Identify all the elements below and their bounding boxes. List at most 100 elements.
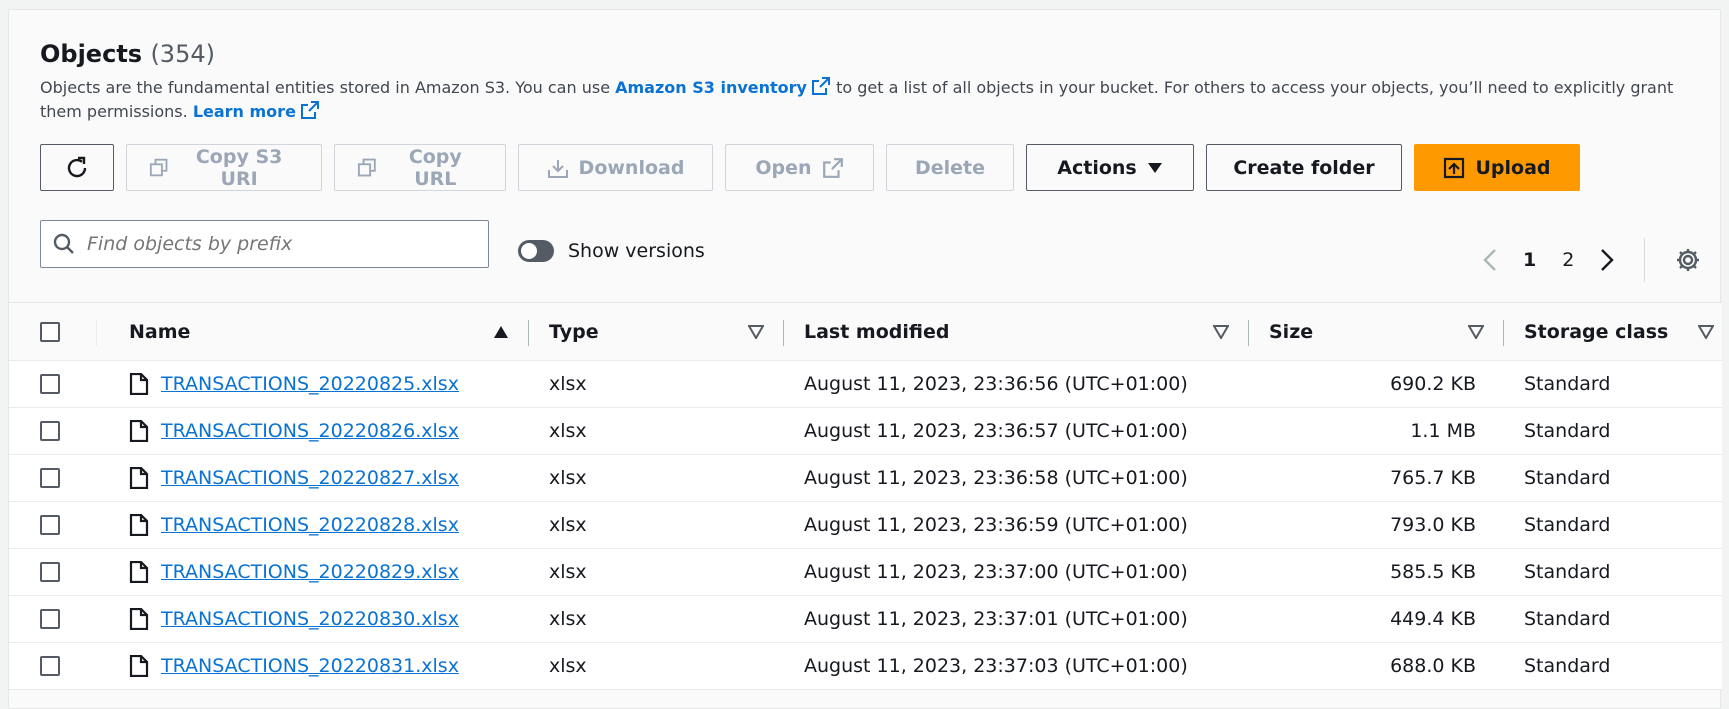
modified-cell: August 11, 2023, 23:36:58 (UTC+01:00) bbox=[784, 455, 1249, 501]
object-size: 449.4 KB bbox=[1390, 608, 1476, 630]
table-row: TRANSACTIONS_20220825.xlsx xlsx August 1… bbox=[9, 361, 1722, 408]
row-checkbox[interactable] bbox=[40, 468, 60, 488]
modified-cell: August 11, 2023, 23:37:01 (UTC+01:00) bbox=[784, 596, 1249, 642]
open-button[interactable]: Open bbox=[725, 144, 874, 191]
copy-icon bbox=[149, 158, 168, 176]
object-name: TRANSACTIONS_20220825.xlsx bbox=[161, 373, 459, 395]
objects-description: Objects are the fundamental entities sto… bbox=[40, 76, 1680, 124]
search-icon bbox=[53, 233, 74, 254]
row-select-cell bbox=[9, 643, 109, 689]
page-2[interactable]: 2 bbox=[1562, 249, 1574, 271]
modified-cell: August 11, 2023, 23:36:56 (UTC+01:00) bbox=[784, 361, 1249, 407]
modified-cell: August 11, 2023, 23:37:03 (UTC+01:00) bbox=[784, 643, 1249, 689]
actions-dropdown[interactable]: Actions bbox=[1026, 144, 1194, 191]
class-cell: Standard bbox=[1504, 361, 1722, 407]
learn-more-link[interactable]: Learn more bbox=[193, 101, 320, 121]
file-icon bbox=[129, 561, 149, 583]
type-cell: xlsx bbox=[529, 408, 784, 454]
delete-button[interactable]: Delete bbox=[886, 144, 1014, 191]
object-name: TRANSACTIONS_20220828.xlsx bbox=[161, 514, 459, 536]
search-input[interactable] bbox=[85, 232, 465, 256]
type-cell: xlsx bbox=[529, 549, 784, 595]
object-type: xlsx bbox=[549, 373, 587, 395]
type-cell: xlsx bbox=[529, 596, 784, 642]
name-cell: TRANSACTIONS_20220827.xlsx bbox=[109, 455, 529, 501]
row-checkbox[interactable] bbox=[40, 656, 60, 676]
sort-icon bbox=[1213, 324, 1229, 339]
size-cell: 1.1 MB bbox=[1249, 408, 1504, 454]
row-checkbox[interactable] bbox=[40, 515, 60, 535]
type-cell: xlsx bbox=[529, 361, 784, 407]
object-link[interactable]: TRANSACTIONS_20220830.xlsx bbox=[129, 608, 459, 630]
delete-label: Delete bbox=[914, 156, 986, 179]
class-cell: Standard bbox=[1504, 408, 1722, 454]
object-type: xlsx bbox=[549, 561, 587, 583]
column-header-storage-class[interactable]: Storage class bbox=[1504, 303, 1722, 360]
file-icon bbox=[129, 373, 149, 395]
upload-button[interactable]: Upload bbox=[1414, 144, 1580, 191]
object-name: TRANSACTIONS_20220829.xlsx bbox=[161, 561, 459, 583]
toggle-switch[interactable] bbox=[518, 240, 554, 262]
row-select-cell bbox=[9, 361, 109, 407]
chevron-left-icon[interactable] bbox=[1483, 248, 1497, 272]
column-header-name[interactable]: Name bbox=[109, 303, 529, 360]
refresh-icon bbox=[67, 156, 87, 177]
row-select-cell bbox=[9, 502, 109, 548]
size-cell: 690.2 KB bbox=[1249, 361, 1504, 407]
chevron-right-icon[interactable] bbox=[1600, 248, 1615, 272]
table-row: TRANSACTIONS_20220830.xlsx xlsx August 1… bbox=[9, 596, 1722, 643]
upload-label: Upload bbox=[1475, 156, 1551, 179]
object-type: xlsx bbox=[549, 608, 587, 630]
object-link[interactable]: TRANSACTIONS_20220831.xlsx bbox=[129, 655, 459, 677]
row-checkbox[interactable] bbox=[40, 374, 60, 394]
desc-text-1: Objects are the fundamental entities sto… bbox=[40, 78, 616, 97]
column-header-type[interactable]: Type bbox=[529, 303, 784, 360]
pager-divider bbox=[1644, 238, 1646, 282]
copy-s3-uri-button[interactable]: Copy S3 URI bbox=[126, 144, 322, 191]
object-link[interactable]: TRANSACTIONS_20220829.xlsx bbox=[129, 561, 459, 583]
object-type: xlsx bbox=[549, 420, 587, 442]
row-checkbox[interactable] bbox=[40, 421, 60, 441]
inventory-link[interactable]: Amazon S3 inventory bbox=[615, 77, 831, 97]
class-cell: Standard bbox=[1504, 502, 1722, 548]
row-select-cell bbox=[9, 455, 109, 501]
object-modified: August 11, 2023, 23:37:00 (UTC+01:00) bbox=[804, 561, 1188, 583]
table-row: TRANSACTIONS_20220826.xlsx xlsx August 1… bbox=[9, 408, 1722, 455]
object-link[interactable]: TRANSACTIONS_20220826.xlsx bbox=[129, 420, 459, 442]
copy-url-button[interactable]: Copy URL bbox=[334, 144, 506, 191]
object-size: 688.0 KB bbox=[1390, 655, 1476, 677]
download-button[interactable]: Download bbox=[518, 144, 713, 191]
page-1[interactable]: 1 bbox=[1523, 249, 1536, 271]
show-versions-label: Show versions bbox=[568, 240, 705, 262]
object-size: 765.7 KB bbox=[1390, 467, 1476, 489]
size-cell: 449.4 KB bbox=[1249, 596, 1504, 642]
external-link-icon bbox=[300, 101, 319, 119]
copy-icon bbox=[357, 158, 376, 176]
search-box[interactable] bbox=[40, 220, 489, 268]
object-link[interactable]: TRANSACTIONS_20220827.xlsx bbox=[129, 467, 459, 489]
object-storage-class: Standard bbox=[1524, 373, 1611, 395]
objects-table: Name Type Last modified Size Storage cla bbox=[9, 302, 1722, 690]
table-row: TRANSACTIONS_20220827.xlsx xlsx August 1… bbox=[9, 455, 1722, 502]
header-size-label: Size bbox=[1269, 320, 1314, 343]
row-select-cell bbox=[9, 408, 109, 454]
refresh-button[interactable] bbox=[40, 144, 114, 191]
object-link[interactable]: TRANSACTIONS_20220828.xlsx bbox=[129, 514, 459, 536]
create-folder-button[interactable]: Create folder bbox=[1206, 144, 1402, 191]
size-cell: 793.0 KB bbox=[1249, 502, 1504, 548]
gear-icon[interactable] bbox=[1675, 247, 1701, 273]
object-link[interactable]: TRANSACTIONS_20220825.xlsx bbox=[129, 373, 459, 395]
row-checkbox[interactable] bbox=[40, 562, 60, 582]
sort-icon bbox=[748, 324, 764, 339]
row-checkbox[interactable] bbox=[40, 609, 60, 629]
column-header-last-modified[interactable]: Last modified bbox=[784, 303, 1249, 360]
select-all-checkbox[interactable] bbox=[40, 321, 60, 342]
sort-ascending-icon bbox=[494, 325, 508, 338]
header-name-label: Name bbox=[129, 320, 191, 343]
object-type: xlsx bbox=[549, 514, 587, 536]
type-cell: xlsx bbox=[529, 455, 784, 501]
show-versions-toggle[interactable]: Show versions bbox=[518, 240, 705, 262]
column-header-size[interactable]: Size bbox=[1249, 303, 1504, 360]
file-icon bbox=[129, 514, 149, 536]
size-cell: 585.5 KB bbox=[1249, 549, 1504, 595]
